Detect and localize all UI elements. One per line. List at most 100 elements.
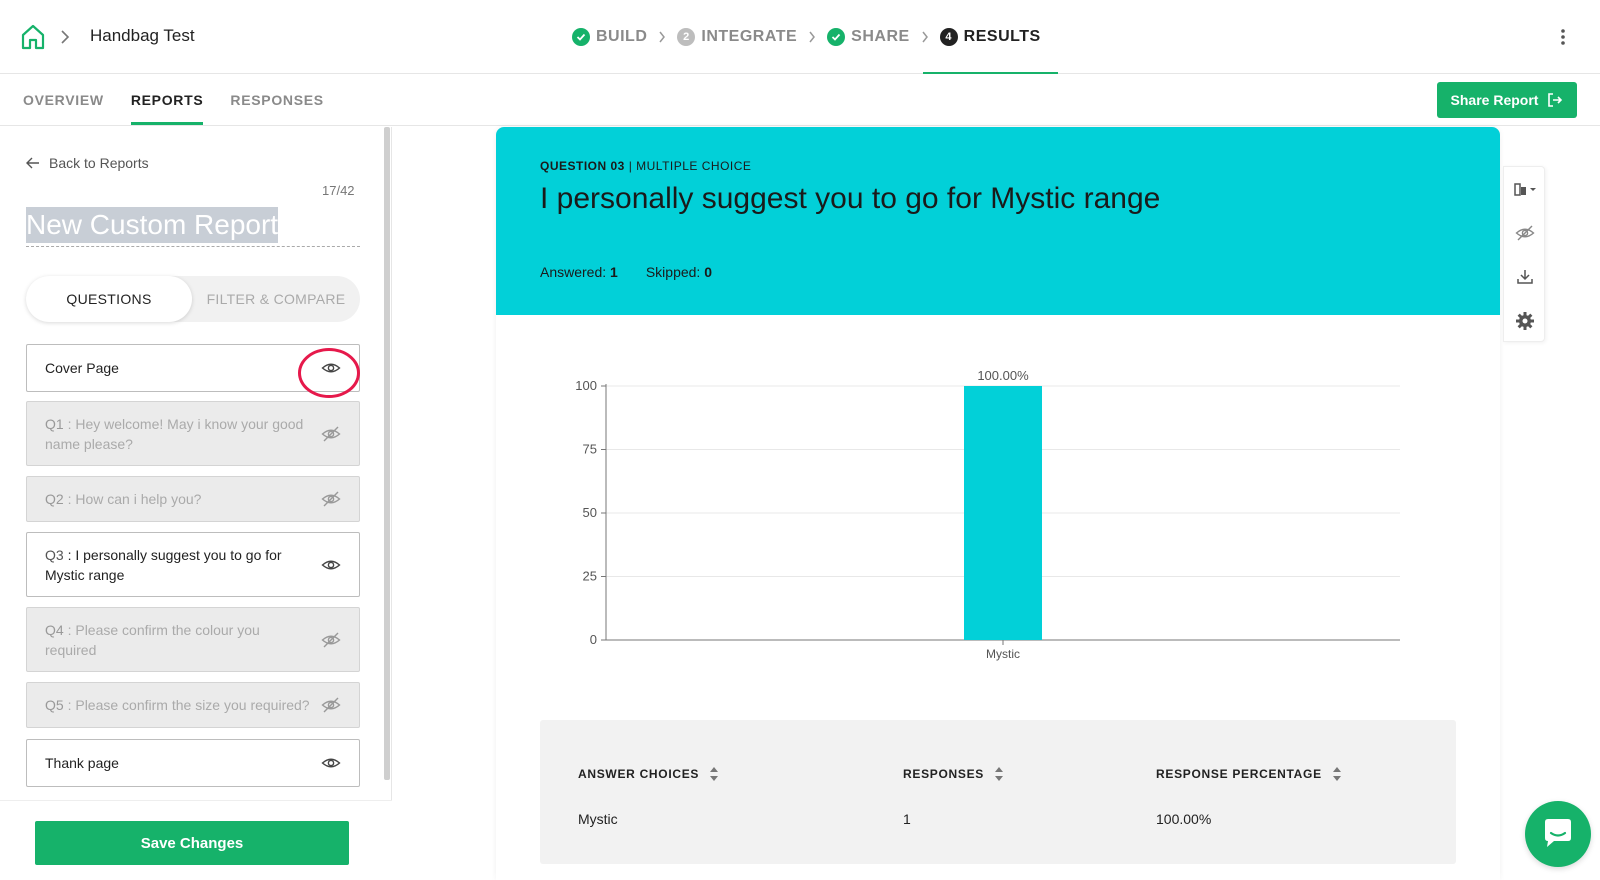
step-share[interactable]: SHARE [827, 0, 910, 74]
sort-icon [995, 767, 1003, 781]
check-icon [827, 28, 846, 46]
eye-icon[interactable] [321, 359, 341, 377]
list-item-q3[interactable]: Q3 : I personally suggest you to go for … [26, 532, 360, 597]
chart-labels: 0 25 50 75 100 100.00% Mystic [575, 368, 1029, 661]
back-to-reports-label: Back to Reports [49, 155, 149, 171]
question-number: QUESTION 03 [540, 159, 625, 173]
list-item-q2[interactable]: Q2 : How can i help you? [26, 476, 360, 522]
eye-icon[interactable] [321, 754, 341, 772]
table-cell-percentage: 100.00% [1156, 811, 1212, 827]
home-icon[interactable] [18, 22, 48, 52]
x-tick-label: Mystic [986, 647, 1020, 661]
column-header-label: RESPONSE PERCENTAGE [1156, 767, 1322, 781]
chart-type-icon[interactable] [1504, 167, 1546, 211]
item-text: Cover Page [45, 360, 119, 376]
share-report-label: Share Report [1450, 92, 1539, 108]
table-cell-responses: 1 [903, 811, 911, 827]
settings-icon[interactable] [1504, 299, 1546, 343]
step-chevron-icon [647, 0, 677, 74]
item-text: : Hey welcome! May i know your good name… [45, 415, 304, 452]
share-report-button[interactable]: Share Report [1437, 82, 1577, 118]
eye-off-icon[interactable] [321, 631, 341, 649]
bar [964, 386, 1042, 640]
chat-support-button[interactable] [1525, 801, 1591, 867]
list-item-q4[interactable]: Q4 : Please confirm the colour you requi… [26, 607, 360, 672]
share-exit-icon [1548, 93, 1563, 107]
item-text: : How can i help you? [63, 491, 202, 507]
step-chevron-icon [910, 0, 940, 74]
y-tick-label: 100 [575, 378, 597, 393]
app-root: Handbag Test BUILD 2 INTEGRATE SHARE 4 R… [0, 0, 1600, 880]
top-bar: Handbag Test BUILD 2 INTEGRATE SHARE 4 R… [0, 0, 1600, 75]
step-results[interactable]: 4 RESULTS [922, 0, 1058, 75]
step-nav: BUILD 2 INTEGRATE SHARE 4 RESULTS [572, 0, 1058, 75]
step-number-badge: 4 [939, 28, 958, 46]
step-chevron-icon [797, 0, 827, 74]
item-number: Q5 [45, 697, 64, 713]
y-tick-label: 75 [583, 442, 597, 457]
tab-responses[interactable]: RESPONSES [230, 74, 323, 126]
eye-off-icon[interactable] [321, 490, 341, 508]
save-changes-button[interactable]: Save Changes [35, 821, 349, 865]
question-header: QUESTION 03 | MULTIPLE CHOICE I personal… [496, 127, 1500, 315]
answered-label: Answered: [540, 264, 611, 280]
item-text: : I personally suggest you to go for Mys… [45, 546, 282, 583]
y-tick-label: 0 [590, 632, 597, 647]
arrow-left-icon [26, 157, 39, 169]
item-text: Thank page [45, 755, 119, 771]
back-to-reports-link[interactable]: Back to Reports [26, 155, 149, 171]
data-label: 100.00% [977, 368, 1029, 383]
item-text: : Please confirm the colour you required [45, 621, 260, 658]
subnav-tabs: OVERVIEW REPORTS RESPONSES [23, 74, 351, 126]
eye-icon[interactable] [321, 556, 341, 574]
download-icon[interactable] [1504, 255, 1546, 299]
question-label: QUESTION 03 | MULTIPLE CHOICE [540, 159, 751, 173]
report-title-text: New Custom Report [26, 207, 279, 243]
skipped-count: 0 [704, 264, 713, 280]
list-item-q5[interactable]: Q5 : Please confirm the size you require… [26, 682, 360, 728]
column-header-label: RESPONSES [903, 767, 984, 781]
list-item-thank-page[interactable]: Thank page [26, 739, 360, 787]
question-stats: Answered: 1 Skipped: 0 [540, 264, 740, 280]
report-title-input[interactable]: New Custom Report [26, 207, 360, 247]
step-integrate[interactable]: 2 INTEGRATE [677, 0, 797, 74]
column-header-response-percentage[interactable]: RESPONSE PERCENTAGE [1156, 766, 1342, 782]
sidebar-footer: Save Changes [0, 800, 392, 880]
list-item-q1[interactable]: Q1 : Hey welcome! May i know your good n… [26, 401, 360, 466]
y-tick-label: 25 [583, 569, 597, 584]
eye-off-icon[interactable] [321, 696, 341, 714]
question-report-card: QUESTION 03 | MULTIPLE CHOICE I personal… [496, 127, 1500, 880]
question-title: I personally suggest you to go for Mysti… [540, 182, 1161, 215]
sort-icon [1332, 767, 1341, 781]
breadcrumb-chevron-icon [58, 26, 72, 48]
tab-reports[interactable]: REPORTS [130, 74, 204, 126]
kebab-menu-icon[interactable] [1556, 26, 1570, 48]
eye-off-icon[interactable] [321, 425, 341, 443]
chat-bubble-icon [1545, 819, 1571, 847]
step-label: SHARE [851, 28, 910, 45]
column-header-responses[interactable]: RESPONSES [903, 766, 1004, 782]
answered-count: 1 [610, 264, 618, 280]
list-item-cover-page[interactable]: Cover Page [26, 344, 360, 392]
column-header-label: ANSWER CHOICES [578, 767, 700, 781]
step-build[interactable]: BUILD [572, 0, 647, 74]
step-number-badge: 2 [677, 28, 696, 46]
toggle-filter-compare[interactable]: FILTER & COMPARE [192, 276, 360, 322]
report-tools [1503, 166, 1545, 342]
tab-overview[interactable]: OVERVIEW [23, 74, 104, 126]
column-header-answer-choices[interactable]: ANSWER CHOICES [578, 766, 719, 782]
step-label: RESULTS [963, 28, 1041, 45]
bar-chart: 0 25 50 75 100 100.00% Mystic [575, 368, 1400, 661]
item-number: Q2 [45, 491, 64, 507]
sidebar-scrollbar[interactable] [384, 127, 390, 780]
step-label: INTEGRATE [701, 28, 798, 45]
y-tick-label: 50 [583, 505, 597, 520]
report-subnav: OVERVIEW REPORTS RESPONSES Share Report [0, 74, 1600, 126]
toggle-questions[interactable]: QUESTIONS [26, 276, 192, 322]
project-title: Handbag Test [90, 26, 195, 45]
chart-bars [964, 386, 1042, 640]
report-sidebar: Back to Reports 17/42 New Custom Report … [0, 127, 392, 880]
sort-icon [710, 767, 719, 781]
hide-icon[interactable] [1504, 211, 1546, 255]
item-number: Q3 [45, 546, 64, 563]
